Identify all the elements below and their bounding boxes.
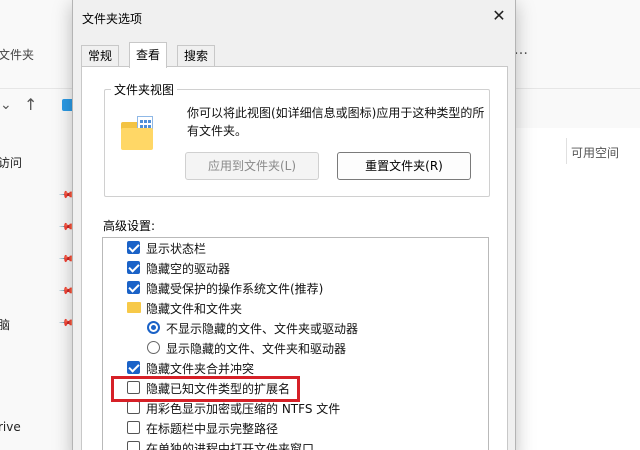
dialog-tabs: 常规 查看 搜索	[81, 42, 507, 68]
setting-hide-merge-conflicts[interactable]: 隐藏文件夹合并冲突	[103, 358, 488, 378]
tab-view[interactable]: 查看	[129, 42, 168, 68]
folder-views-description: 你可以将此视图(如详细信息或图标)应用于这种类型的所有文件夹。	[187, 106, 485, 138]
setting-hidden-files-folders: 隐藏文件和文件夹	[103, 298, 488, 318]
setting-show-hidden[interactable]: 显示隐藏的文件、文件夹和驱动器	[103, 338, 488, 358]
setting-dont-show-hidden[interactable]: 不显示隐藏的文件、文件夹或驱动器	[103, 318, 488, 338]
folder-views-title: 文件夹视图	[111, 81, 178, 98]
explorer-more-button[interactable]: …	[514, 42, 528, 58]
checkbox-unchecked-icon[interactable]	[127, 401, 140, 414]
setting-label: 在标题栏中显示完整路径	[146, 422, 279, 436]
setting-separate-process[interactable]: 在单独的进程中打开文件夹窗口	[103, 438, 488, 450]
checkbox-checked-icon[interactable]	[127, 361, 140, 374]
reset-folders-button[interactable]: 重置文件夹(R)	[337, 152, 471, 180]
checkbox-unchecked-icon[interactable]	[127, 421, 140, 434]
setting-label: 显示状态栏	[146, 242, 207, 256]
checkbox-unchecked-icon[interactable]	[127, 441, 140, 450]
folder-views-group: 文件夹视图 你可以将此视图(如详细信息或图标)应用于这种类型的所有文件夹。 应用…	[104, 81, 490, 197]
apply-to-folders-button[interactable]: 应用到文件夹(L)	[185, 152, 319, 180]
annotation-highlight-box	[111, 376, 300, 402]
tab-search[interactable]: 搜索	[177, 45, 216, 67]
setting-label: 在单独的进程中打开文件夹窗口	[146, 442, 315, 450]
explorer-content-pane: 可用空间	[515, 128, 640, 450]
tab-general[interactable]: 常规	[81, 45, 120, 67]
setting-hide-protected-os-files[interactable]: 隐藏受保护的操作系统文件(推荐)	[103, 278, 488, 298]
explorer-sidebar: 访问 📌 📌 📌 📌 📌 脑 rive	[0, 128, 80, 450]
setting-label: 隐藏文件和文件夹	[146, 302, 243, 316]
close-icon[interactable]: ✕	[485, 4, 513, 28]
chevron-down-icon[interactable]: ⌄	[0, 97, 12, 113]
radio-unselected-icon[interactable]	[147, 341, 160, 354]
setting-label: 隐藏文件夹合并冲突	[146, 362, 255, 376]
radio-selected-icon[interactable]	[147, 321, 160, 334]
folder-view-icon	[121, 116, 155, 150]
column-header-free-space[interactable]: 可用空间	[571, 144, 619, 161]
sidebar-item-onedrive[interactable]: rive	[0, 420, 21, 434]
advanced-settings-label: 高级设置:	[103, 219, 156, 233]
setting-label: 隐藏受保护的操作系统文件(推荐)	[146, 282, 324, 296]
setting-hide-empty-drives[interactable]: 隐藏空的驱动器	[103, 258, 488, 278]
explorer-new-folder-label[interactable]: 文件夹	[0, 46, 34, 63]
dialog-title: 文件夹选项	[82, 12, 143, 26]
setting-label: 用彩色显示加密或压缩的 NTFS 文件	[146, 402, 341, 416]
checkbox-checked-icon[interactable]	[127, 261, 140, 274]
folder-icon	[127, 302, 141, 313]
sidebar-item-quick-access[interactable]: 访问	[0, 154, 22, 171]
up-arrow-icon[interactable]: ↑	[24, 95, 37, 114]
setting-show-status-bar[interactable]: 显示状态栏	[103, 238, 488, 258]
sidebar-item-this-pc[interactable]: 脑	[0, 316, 10, 333]
advanced-settings-list[interactable]: 显示状态栏 隐藏空的驱动器 隐藏受保护的操作系统文件(推荐) 隐藏文件和文件夹 …	[102, 237, 489, 450]
setting-label: 显示隐藏的文件、文件夹和驱动器	[166, 342, 347, 356]
column-separator[interactable]	[566, 138, 567, 164]
setting-label: 不显示隐藏的文件、文件夹或驱动器	[166, 322, 359, 336]
setting-full-path-title[interactable]: 在标题栏中显示完整路径	[103, 418, 488, 438]
checkbox-checked-icon[interactable]	[127, 241, 140, 254]
checkbox-checked-icon[interactable]	[127, 281, 140, 294]
setting-label: 隐藏空的驱动器	[146, 262, 231, 276]
